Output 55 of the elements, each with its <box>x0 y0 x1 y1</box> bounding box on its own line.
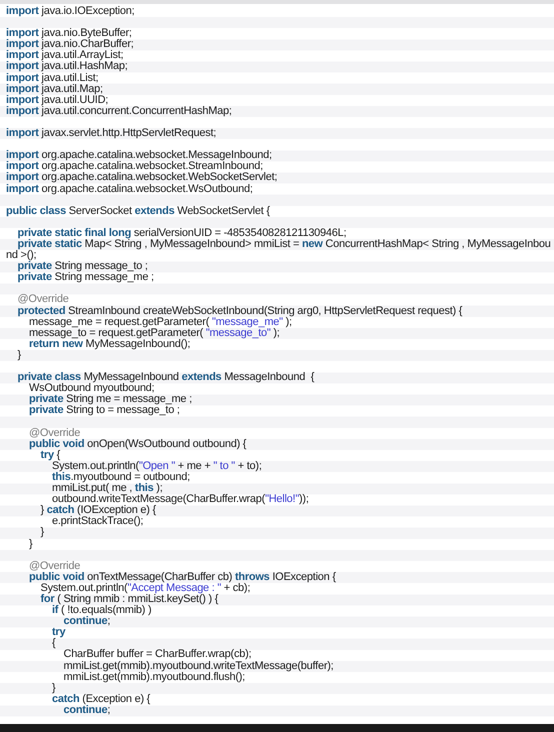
code-line: import java.nio.ByteBuffer; <box>6 28 132 40</box>
code-line: } catch (IOException e) { <box>40 505 156 516</box>
code-line: nd >(); <box>6 250 36 262</box>
code-line: mmiList.put( me , this ); <box>51 483 162 494</box>
code-line: try { <box>40 450 60 461</box>
code-line: message_me = request.getParameter( "message_me" ); <box>29 316 292 328</box>
code-line: import java.util.concurrent.ConcurrentHashMap; <box>6 106 232 117</box>
code-line: catch (Exception e) { <box>51 694 150 705</box>
code-line: public void onTextMessage(CharBuffer cb) throws IOException { <box>28 572 336 583</box>
code-line: import java.nio.CharBuffer; <box>6 39 134 50</box>
code-line: @Override <box>16 294 69 306</box>
code-line: continue; <box>62 704 110 716</box>
code-line: import org.apache.catalina.websocket.MessageInbound; <box>6 150 272 162</box>
code-line: continue; <box>64 616 110 628</box>
code-line: import org.apache.catalina.websocket.WsOutbound; <box>6 184 253 195</box>
code-line: } <box>16 350 21 361</box>
code-line: try <box>51 627 66 638</box>
code-line: @Override <box>28 428 80 439</box>
code-line: mmiList.get(mmib).myoutbound.writeTextMessage(buffer); <box>62 660 334 672</box>
code-line: import java.util.UUID; <box>6 94 108 106</box>
code-line: import java.util.ArrayList; <box>6 50 124 62</box>
code-line: private class MyMessageInbound extends MessageInbound { <box>16 372 314 384</box>
code-line: System.out.println("Open " + me + " to " + to); <box>52 460 262 472</box>
code-line: private String me = message_me ; <box>28 394 192 406</box>
code-line: import java.io.IOException; <box>6 6 134 18</box>
code-line: protected StreamInbound createWebSocketInbound(String arg0, HttpServletRequest request) { <box>16 306 462 317</box>
code-line: private static final long serialVersionUID = -4853540828121130946L; <box>16 228 346 239</box>
code-line: private String to = message_to ; <box>28 405 180 416</box>
code-line: for ( String mmib : mmiList.keySet() ) { <box>40 594 218 605</box>
code-line: if ( !to.equals(mmib) ) <box>51 605 152 616</box>
code-line: import java.util.Map; <box>6 84 103 95</box>
code-line: private static Map< String , MyMessageInbound> mmiList = new ConcurrentHashMap< String , MyMessageInbou <box>16 238 551 250</box>
code-line: return new MyMessageInbound(); <box>28 338 190 350</box>
code-line: import org.apache.catalina.websocket.WebSocketServlet; <box>6 172 278 184</box>
code-line: mmiList.get(mmib).myoutbound.flush(); <box>62 672 245 683</box>
code-line: import java.util.List; <box>6 72 98 84</box>
code-line: { <box>51 638 56 650</box>
code-line: System.out.println("Accept Message : " + cb); <box>40 582 250 594</box>
code-line: public void onOpen(WsOutbound outbound) { <box>28 438 246 450</box>
code-line: message_to = request.getParameter( "message_to" ); <box>28 328 280 339</box>
code-line: } <box>28 538 32 550</box>
code-line: import java.util.HashMap; <box>6 61 128 73</box>
code-line: CharBuffer buffer = CharBuffer.wrap(cb); <box>62 649 252 661</box>
code-line: import javax.servlet.http.HttpServletRequest; <box>6 128 216 140</box>
code-line: this.myoutbound = outbound; <box>51 472 190 483</box>
code-line: } <box>51 682 56 694</box>
code-line: } <box>40 527 44 538</box>
code-line: e.printStackTrace(); <box>51 516 144 528</box>
code-line: import org.apache.catalina.websocket.StreamInbound; <box>6 161 263 172</box>
code-line: public class ServerSocket extends WebSocketServlet { <box>6 206 270 217</box>
code-line: outbound.writeTextMessage(CharBuffer.wrap("Hello!")); <box>52 494 309 506</box>
code-line: WsOutbound myoutbound; <box>29 383 154 394</box>
code-line: private String message_to ; <box>16 261 148 272</box>
code-line: @Override <box>28 560 80 572</box>
code-line: private String message_me ; <box>16 272 154 284</box>
